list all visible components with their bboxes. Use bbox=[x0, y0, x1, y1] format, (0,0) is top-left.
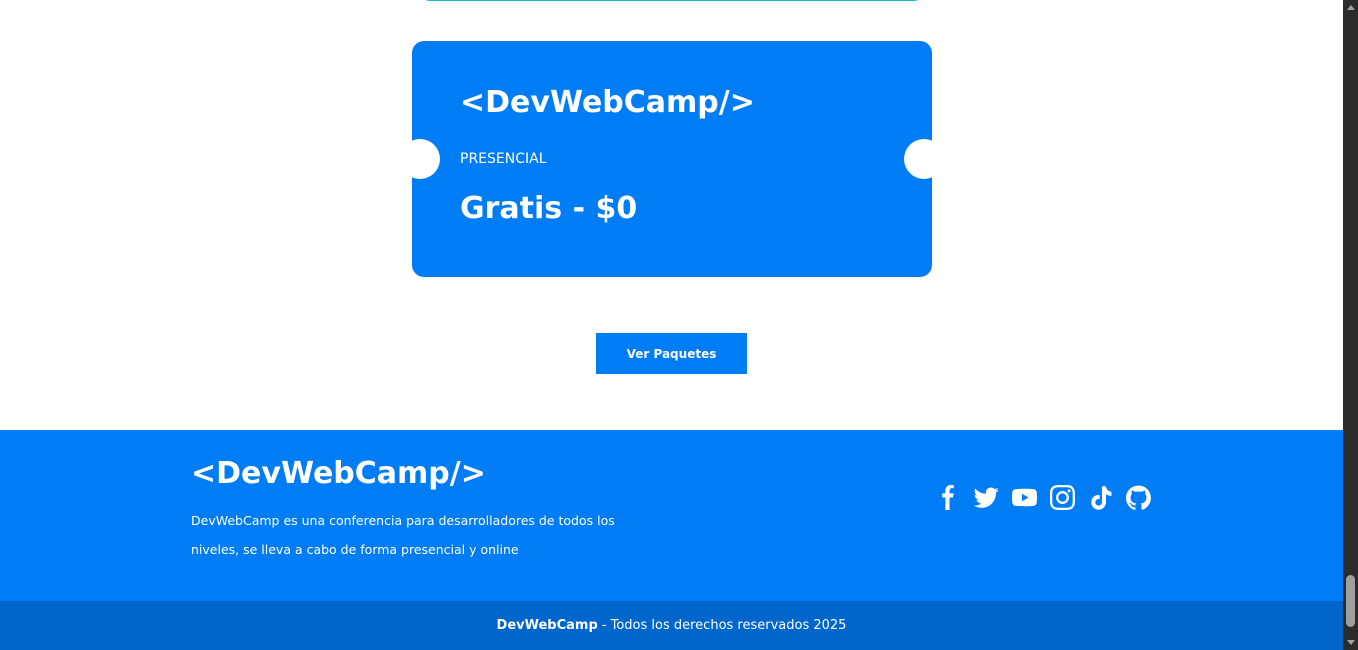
twitter-icon[interactable] bbox=[974, 485, 999, 510]
scroll-down-arrow-icon[interactable] bbox=[1343, 635, 1358, 650]
copyright-bar: DevWebCamp - Todos los derechos reservad… bbox=[0, 601, 1343, 650]
vertical-scrollbar[interactable] bbox=[1343, 0, 1358, 650]
previous-ticket-edge bbox=[419, 0, 925, 1]
tiktok-icon[interactable] bbox=[1088, 485, 1113, 510]
copyright-brand: DevWebCamp bbox=[496, 618, 598, 633]
ticket-price: Gratis - $0 bbox=[460, 191, 638, 226]
ticket-type: PRESENCIAL bbox=[460, 151, 547, 167]
github-icon[interactable] bbox=[1126, 485, 1151, 510]
ver-paquetes-button[interactable]: Ver Paquetes bbox=[596, 333, 747, 374]
site-footer: <DevWebCamp/> DevWebCamp es una conferen… bbox=[0, 430, 1343, 601]
ticket-notch-left bbox=[412, 139, 440, 179]
instagram-icon[interactable] bbox=[1050, 485, 1075, 510]
page-viewport: <DevWebCamp/> PRESENCIAL Gratis - $0 Ver… bbox=[0, 0, 1343, 650]
facebook-icon[interactable] bbox=[936, 485, 961, 510]
footer-description: DevWebCamp es una conferencia para desar… bbox=[191, 513, 615, 557]
scroll-up-arrow-icon[interactable] bbox=[1343, 0, 1358, 15]
youtube-icon[interactable] bbox=[1012, 485, 1037, 510]
scrollbar-thumb[interactable] bbox=[1346, 575, 1355, 627]
footer-logo[interactable]: <DevWebCamp/> bbox=[191, 456, 486, 491]
ticket-logo: <DevWebCamp/> bbox=[460, 85, 755, 120]
ticket-notch-right bbox=[904, 139, 932, 179]
ticket-card: <DevWebCamp/> PRESENCIAL Gratis - $0 bbox=[412, 41, 932, 277]
social-links bbox=[936, 485, 1151, 510]
copyright-text: - Todos los derechos reservados 2025 bbox=[601, 618, 847, 633]
